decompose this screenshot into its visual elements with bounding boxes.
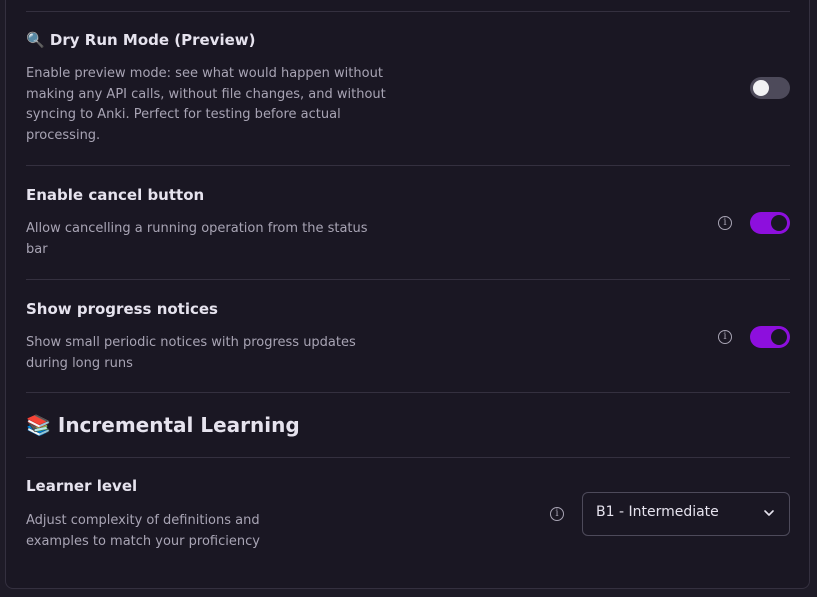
dry-run-title-text: Dry Run Mode (Preview)	[49, 31, 256, 49]
info-icon[interactable]: i	[550, 507, 564, 521]
magnifier-icon: 🔍	[26, 31, 45, 49]
divider	[26, 11, 790, 12]
divider	[26, 165, 790, 166]
dry-run-toggle[interactable]	[750, 77, 790, 99]
books-icon: 📚	[26, 413, 51, 437]
cancel-button-setting-title: Enable cancel button	[26, 186, 205, 204]
divider	[26, 457, 790, 458]
learner-level-select[interactable]: B1 - Intermediate	[582, 492, 790, 536]
dry-run-title: 🔍 Dry Run Mode (Preview)	[26, 31, 256, 49]
learner-level-title: Learner level	[26, 477, 138, 495]
divider	[26, 392, 790, 393]
divider	[26, 279, 790, 280]
incremental-learning-heading-text: Incremental Learning	[57, 413, 300, 437]
learner-level-selected-value: B1 - Intermediate	[596, 504, 719, 520]
toggle-knob	[771, 329, 787, 345]
learner-level-description: Adjust complexity of definitions and exa…	[26, 513, 260, 549]
toggle-knob	[753, 80, 769, 96]
cancel-button-setting-description: Allow cancelling a running operation fro…	[26, 221, 368, 257]
incremental-learning-heading: 📚 Incremental Learning	[26, 413, 300, 437]
info-icon[interactable]: i	[718, 330, 732, 344]
progress-notices-toggle[interactable]	[750, 326, 790, 348]
toggle-knob	[771, 215, 787, 231]
progress-notices-title: Show progress notices	[26, 300, 218, 318]
info-icon[interactable]: i	[718, 216, 732, 230]
progress-notices-description: Show small periodic notices with progres…	[26, 335, 356, 371]
chevron-down-icon	[764, 510, 774, 516]
cancel-button-toggle[interactable]	[750, 212, 790, 234]
dry-run-description: Enable preview mode: see what would happ…	[26, 66, 386, 143]
